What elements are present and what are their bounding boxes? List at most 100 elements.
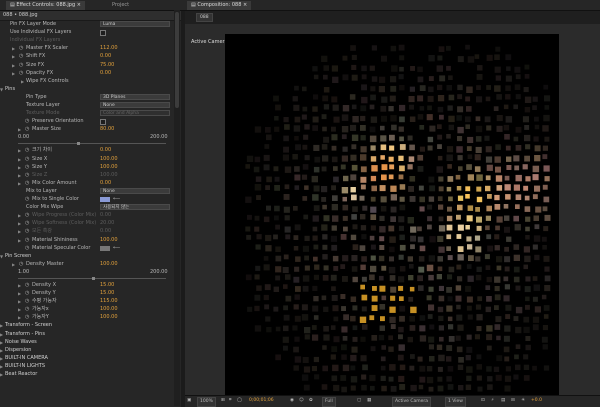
stopwatch-icon[interactable]: ◷ [25,298,29,305]
always-preview-icon[interactable]: ▣ [187,397,191,405]
slider-knob[interactable] [92,276,95,280]
property-value[interactable]: 0.00 [100,53,111,60]
tab-composition[interactable]: ▤ Composition: 088 × [187,1,252,10]
property-value[interactable]: 115.00 [100,298,118,305]
property-checkbox[interactable] [100,30,106,37]
slider-knob[interactable] [77,142,81,146]
property-dropdown[interactable]: Luma [100,21,170,27]
disclosure-triangle-icon[interactable]: ▶ [12,70,15,77]
stopwatch-icon[interactable]: ◷ [25,306,29,313]
property-dropdown[interactable]: None [100,187,170,194]
disclosure-triangle-icon[interactable]: ▶ [12,53,15,60]
property-value[interactable]: 0.00 [100,147,111,154]
disclosure-triangle-icon[interactable]: ▶ [18,126,21,133]
exposure-value[interactable]: +0.0 [531,397,542,405]
color-swatch[interactable] [100,197,110,202]
disclosure-triangle-icon[interactable]: ▶ [18,314,21,321]
disclosure-triangle-icon[interactable]: ▶ [0,322,3,329]
disclosure-triangle-icon[interactable]: ▶ [12,62,15,69]
region-of-interest-icon[interactable]: ▢ [357,397,361,405]
disclosure-triangle-icon[interactable]: ▶ [12,261,15,268]
stopwatch-icon[interactable]: ◷ [25,118,29,125]
disclosure-triangle-icon[interactable]: ▶ [0,355,3,362]
timeline-icon[interactable]: ▤ [501,397,505,405]
stopwatch-icon[interactable]: ◷ [19,62,23,69]
disclosure-triangle-icon[interactable]: ▶ [0,331,3,338]
flowchart-icon[interactable]: ⊟ [511,397,515,405]
eyedropper-icon[interactable]: ⟵ [113,245,120,252]
property-value[interactable]: 100.00 [100,237,118,244]
stopwatch-icon[interactable]: ◷ [25,180,29,187]
color-swatch[interactable] [100,245,110,251]
property-value[interactable]: 100.00 [100,156,118,163]
stopwatch-icon[interactable]: ◷ [25,282,29,289]
snapshot-icon[interactable]: ◉ [290,397,294,405]
disclosure-triangle-icon[interactable]: ▶ [0,363,3,370]
disclosure-triangle-icon[interactable]: ▶ [18,220,21,227]
disclosure-triangle-icon[interactable]: ▶ [18,147,21,154]
property-value[interactable]: 100.00 [100,172,118,179]
property-value[interactable]: 112.00 [100,45,118,52]
disclosure-triangle-icon[interactable]: ▶ [18,156,21,163]
channel-icon[interactable]: ✿ [309,397,313,405]
property-dropdown[interactable]: Color and Alpha [100,110,170,117]
property-checkbox[interactable] [100,119,106,126]
disclosure-triangle-icon[interactable]: ▶ [18,298,21,305]
exposure-icon[interactable]: ☀ [521,397,525,405]
zoom-dropdown[interactable]: 100% [197,397,216,407]
grid-icon[interactable]: ⌗ [229,397,232,405]
property-value[interactable]: 0.00 [100,180,111,187]
property-value[interactable]: 15.00 [100,290,114,297]
close-icon[interactable]: × [75,2,81,8]
stopwatch-icon[interactable]: ◷ [25,172,29,179]
stopwatch-icon[interactable]: ◷ [25,156,29,163]
disclosure-triangle-icon[interactable]: ▼ [0,86,3,93]
disclosure-triangle-icon[interactable]: ▶ [12,45,15,52]
stopwatch-icon[interactable]: ◷ [19,261,23,268]
scrollbar-thumb[interactable] [175,12,179,108]
close-icon[interactable]: × [241,2,247,8]
safe-margins-icon[interactable]: ⊞ [221,397,225,405]
property-value[interactable]: 0.00 [100,228,111,235]
effect-controls-scrollbar[interactable] [174,10,180,406]
disclosure-triangle-icon[interactable]: ▶ [18,172,21,179]
transparency-grid-icon[interactable]: ▦ [367,397,371,405]
toggle-pixel-icon[interactable]: ⊡ [481,397,485,405]
property-dropdown[interactable]: None [100,102,170,108]
show-snapshot-icon[interactable]: ☺ [299,397,304,405]
eyedropper-icon[interactable]: ⟵ [113,196,120,203]
disclosure-triangle-icon[interactable]: ▶ [18,212,21,219]
stopwatch-icon[interactable]: ◷ [25,245,29,252]
stopwatch-icon[interactable]: ◷ [25,290,29,297]
disclosure-triangle-icon[interactable]: ▶ [18,164,21,171]
stopwatch-icon[interactable]: ◷ [19,45,23,52]
stopwatch-icon[interactable]: ◷ [19,70,23,77]
property-value[interactable]: 100.00 [100,306,118,313]
composition-viewer[interactable]: Active Camera [185,24,600,396]
stopwatch-icon[interactable]: ◷ [25,164,29,171]
disclosure-triangle-icon[interactable]: ▶ [18,228,21,235]
disclosure-triangle-icon[interactable]: ▶ [0,347,3,354]
property-dropdown[interactable]: 사용되지 않는 [100,204,170,211]
stopwatch-icon[interactable]: ◷ [25,212,29,219]
resolution-dropdown[interactable]: Full [322,397,336,407]
stopwatch-icon[interactable]: ◷ [25,228,29,235]
stopwatch-icon[interactable]: ◷ [25,237,29,244]
composition-canvas[interactable] [225,34,559,395]
disclosure-triangle-icon[interactable]: ▶ [18,306,21,313]
stopwatch-icon[interactable]: ◷ [25,147,29,154]
property-value[interactable]: 15.00 [100,282,114,289]
timecode[interactable]: 0;00;01;06 [249,397,274,405]
disclosure-triangle-icon[interactable]: ▶ [18,180,21,187]
tab-effect-controls[interactable]: ▤ Effect Controls: 088.jpg × [6,1,85,10]
stopwatch-icon[interactable]: ◷ [25,126,29,133]
value-slider[interactable] [18,276,166,280]
stopwatch-icon[interactable]: ◷ [25,314,29,321]
property-value[interactable]: 100.00 [100,261,118,268]
value-slider[interactable] [18,142,166,146]
property-value[interactable]: 0.00 [100,212,111,219]
view-layout-dropdown[interactable]: 1 View [445,397,466,407]
camera-dropdown[interactable]: Active Camera [392,397,432,407]
disclosure-triangle-icon[interactable]: ▶ [0,339,3,346]
disclosure-triangle-icon[interactable]: ▶ [21,78,24,85]
